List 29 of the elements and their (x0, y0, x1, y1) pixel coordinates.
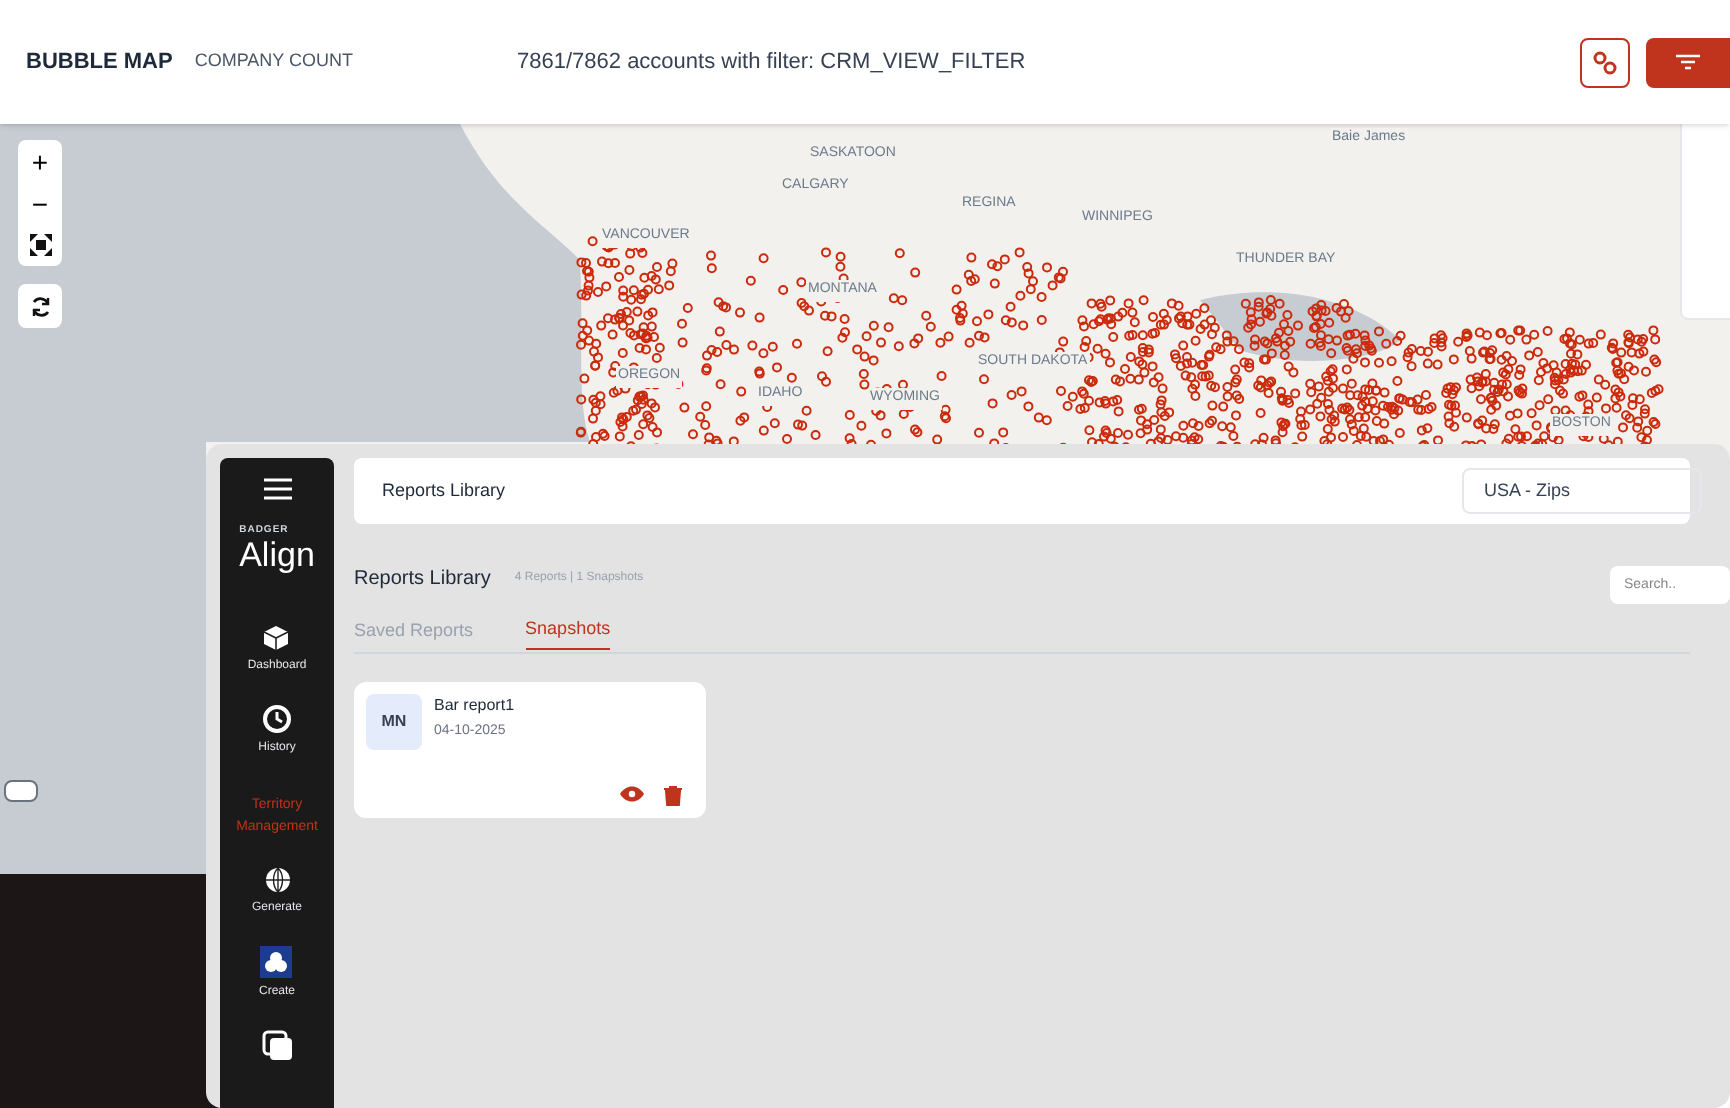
nav-item[interactable] (261, 1029, 293, 1061)
copy-icon (261, 1029, 293, 1061)
filter-icon (1676, 54, 1700, 70)
cube-icon (262, 623, 291, 651)
pins-icon (1592, 49, 1618, 75)
toggle-handle[interactable] (4, 780, 38, 802)
top-bar-title: Reports Library (382, 477, 506, 504)
filter-button[interactable] (1646, 37, 1730, 87)
report-title: Bar report1 (434, 693, 515, 717)
zoom-in-button[interactable]: + (18, 140, 62, 182)
trash-icon[interactable] (664, 785, 682, 805)
region-select[interactable]: USA - Zips (1462, 468, 1702, 514)
refresh-icon (29, 295, 51, 317)
circles-icon (260, 945, 293, 977)
history-icon (261, 703, 292, 733)
page-title: Reports Library (354, 566, 491, 594)
menu-icon[interactable] (263, 478, 291, 500)
map-subtitle: COMPANY COUNT (194, 48, 354, 75)
fullscreen-icon (29, 234, 51, 256)
map-title: BUBBLE MAP (26, 47, 173, 78)
view-icon[interactable] (620, 785, 644, 801)
refresh-button[interactable] (18, 284, 62, 328)
initials-avatar: MN (366, 693, 422, 749)
zoom-out-button[interactable]: − (18, 182, 62, 224)
tab[interactable]: Snapshots (525, 616, 611, 649)
filter-status: 7861/7862 accounts with filter: CRM_VIEW_FILTER (517, 47, 1026, 78)
brand-logo-text: Align (239, 537, 315, 571)
globe-icon (263, 865, 291, 893)
location-pins-button[interactable] (1580, 37, 1630, 87)
